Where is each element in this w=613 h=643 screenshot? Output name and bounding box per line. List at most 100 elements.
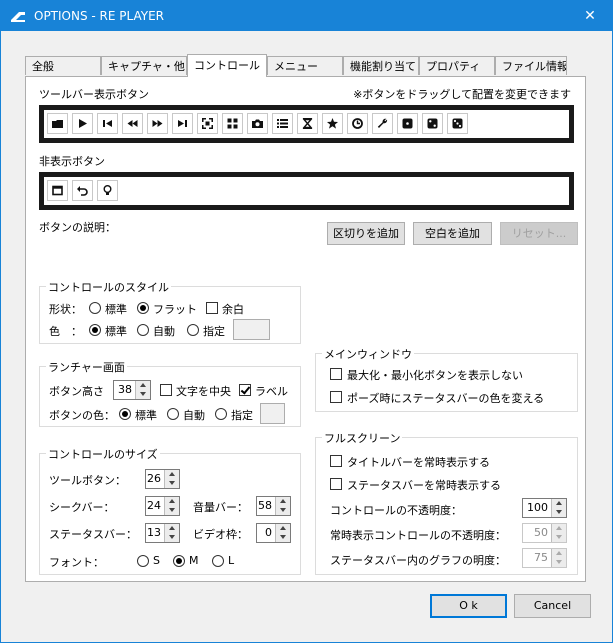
color-standard-radio[interactable]	[89, 324, 101, 336]
shape-standard-label: 標準	[105, 303, 127, 316]
always-statusbar-checkbox[interactable]	[330, 478, 342, 490]
main-window-group: メインウィンドウ 最大化・最小化ボタンを表示しない ポーズ時にステータスバーの色…	[315, 346, 578, 412]
seekbar-size-stepper[interactable]: 24	[145, 496, 180, 516]
spin-down-icon[interactable]	[551, 533, 566, 542]
list-icon[interactable]	[272, 113, 293, 134]
color-auto-label: 自動	[153, 325, 175, 338]
close-icon[interactable]: ✕	[568, 1, 612, 31]
ok-button[interactable]: O k	[430, 594, 507, 618]
dice-2-icon[interactable]	[422, 113, 443, 134]
shape-flat-label: フラット	[153, 303, 197, 316]
launcher-color-auto-radio[interactable]	[167, 408, 179, 420]
main-window-title: メインウィンドウ	[322, 346, 414, 362]
add-space-button[interactable]: 空白を追加	[413, 222, 492, 245]
window-title: OPTIONS - RE PLAYER	[34, 9, 165, 23]
font-large-label: L	[228, 554, 235, 567]
title-bar: OPTIONS - RE PLAYER ✕	[1, 1, 612, 31]
reset-button[interactable]: リセット...	[500, 222, 578, 245]
always-titlebar-checkbox[interactable]	[330, 455, 342, 467]
video-frame-size-label: ビデオ枠：	[193, 528, 248, 541]
spin-down-icon[interactable]	[275, 506, 290, 515]
toolbar-buttons-strip[interactable]	[39, 105, 574, 143]
launcher-color-standard-radio[interactable]	[119, 408, 131, 420]
play-icon[interactable]	[72, 113, 93, 134]
statusbar-size-label: ステータスバー：	[49, 528, 137, 541]
toolbar-button-size-stepper[interactable]: 26	[145, 469, 180, 489]
add-separator-button[interactable]: 区切りを追加	[327, 222, 405, 245]
launcher-color-custom-radio[interactable]	[215, 408, 227, 420]
margin-checkbox[interactable]	[206, 302, 218, 314]
drag-hint: ※ボタンをドラッグして配置を変更できます	[353, 88, 571, 101]
toolbar-section-title: ツールバー表示ボタン	[39, 88, 149, 101]
skip-forward-icon[interactable]	[172, 113, 193, 134]
hidden-buttons-strip[interactable]	[39, 172, 574, 210]
tab-function-assign[interactable]: 機能割り当て	[343, 56, 419, 75]
statusbar-size-stepper[interactable]: 13	[145, 523, 180, 543]
hidden-section-title: 非表示ボタン	[39, 155, 105, 168]
grid-icon[interactable]	[222, 113, 243, 134]
margin-label: 余白	[222, 303, 244, 316]
window-icon[interactable]	[47, 180, 68, 201]
shape-standard-radio[interactable]	[89, 302, 101, 314]
font-medium-radio[interactable]	[173, 555, 185, 567]
color-label: 色 ：	[49, 325, 82, 338]
spin-down-icon[interactable]	[275, 533, 290, 542]
color-standard-label: 標準	[105, 325, 127, 338]
shape-flat-radio[interactable]	[137, 302, 149, 314]
tab-capture[interactable]: キャプチャ・他	[101, 56, 187, 75]
fullscreen-icon[interactable]	[197, 113, 218, 134]
graph-brightness-stepper[interactable]: 75	[522, 548, 567, 568]
font-small-radio[interactable]	[137, 555, 149, 567]
tab-control[interactable]: コントロール	[187, 54, 267, 77]
spin-down-icon[interactable]	[551, 508, 566, 517]
undo-icon[interactable]	[72, 180, 93, 201]
font-medium-label: M	[189, 554, 199, 567]
tab-file-info[interactable]: ファイル情報	[495, 56, 567, 75]
always-control-opacity-stepper[interactable]: 50	[522, 523, 567, 543]
launcher-color-swatch[interactable]	[260, 403, 285, 424]
fast-forward-icon[interactable]	[147, 113, 168, 134]
tab-menu[interactable]: メニュー	[267, 56, 343, 75]
spin-down-icon[interactable]	[551, 558, 566, 567]
center-text-checkbox[interactable]	[160, 384, 172, 396]
dice-1-icon[interactable]	[397, 113, 418, 134]
seekbar-size-label: シークバー：	[49, 501, 115, 514]
clock-icon[interactable]	[347, 113, 368, 134]
star-icon[interactable]	[322, 113, 343, 134]
hide-minmax-checkbox[interactable]	[330, 368, 342, 380]
spin-down-icon[interactable]	[135, 390, 150, 399]
spin-down-icon[interactable]	[164, 506, 179, 515]
launcher-color-standard-label: 標準	[135, 409, 157, 422]
pause-statusbar-color-checkbox[interactable]	[330, 391, 342, 403]
fullscreen-group: フルスクリーン タイトルバーを常時表示する ステータスバーを常時表示する コント…	[315, 430, 578, 575]
control-opacity-stepper[interactable]: 100	[522, 498, 567, 518]
spin-down-icon[interactable]	[164, 533, 179, 542]
volume-size-stepper[interactable]: 58	[256, 496, 291, 516]
always-statusbar-label: ステータスバーを常時表示する	[347, 479, 501, 492]
control-style-title: コントロールのスタイル	[46, 279, 171, 295]
spin-down-icon[interactable]	[164, 479, 179, 488]
skip-back-icon[interactable]	[97, 113, 118, 134]
shape-label: 形状：	[49, 303, 82, 316]
cancel-button[interactable]: Cancel	[514, 594, 591, 618]
tab-general[interactable]: 全般	[25, 56, 101, 75]
bulb-icon[interactable]	[97, 180, 118, 201]
dice-3-icon[interactable]	[447, 113, 468, 134]
video-frame-size-stepper[interactable]: 0	[256, 523, 291, 543]
font-large-radio[interactable]	[212, 555, 224, 567]
color-custom-radio[interactable]	[187, 324, 199, 336]
pause-statusbar-color-label: ポーズ時にステータスバーの色を変える	[347, 392, 545, 405]
font-size-label: フォント：	[49, 556, 104, 569]
control-style-group: コントロールのスタイル 形状： 標準 フラット 余白 色 ： 標準 自動 指定	[39, 279, 301, 344]
camera-icon[interactable]	[247, 113, 268, 134]
label-checkbox[interactable]	[239, 384, 251, 396]
options-window: OPTIONS - RE PLAYER ✕ 全般 キャプチャ・他 コントロール …	[0, 0, 613, 643]
wrench-icon[interactable]	[372, 113, 393, 134]
hourglass-icon[interactable]	[297, 113, 318, 134]
button-height-stepper[interactable]: 38	[113, 380, 151, 400]
color-auto-radio[interactable]	[137, 324, 149, 336]
rewind-icon[interactable]	[122, 113, 143, 134]
tab-properties[interactable]: プロパティ	[419, 56, 495, 75]
style-color-swatch[interactable]	[233, 319, 270, 340]
open-folder-icon[interactable]	[47, 113, 68, 134]
